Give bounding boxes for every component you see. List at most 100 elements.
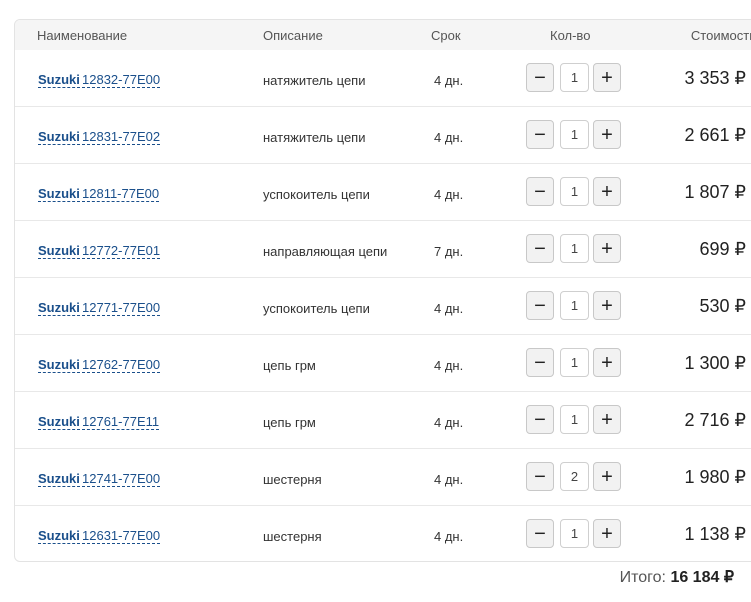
part-number-link[interactable]: 12771-77E00 (82, 300, 161, 316)
table-row: Suzuki 12772-77E01 направляющая цепи 7 дн. −… (15, 221, 751, 278)
part-number-link[interactable]: 12831-77E02 (82, 129, 161, 145)
plus-icon: + (601, 180, 613, 203)
quantity-input[interactable] (560, 234, 589, 263)
item-price: 1 807 ₽ (684, 182, 747, 202)
quantity-input[interactable] (560, 120, 589, 149)
decrease-qty-button[interactable]: − (526, 462, 554, 491)
brand-link[interactable]: Suzuki (38, 300, 80, 316)
part-description: успокоитель цепи (263, 301, 370, 316)
part-description: шестерня (263, 472, 322, 487)
minus-icon: − (534, 351, 546, 374)
total-value: 16 184 ₽ (670, 569, 734, 586)
plus-icon: + (601, 237, 613, 260)
minus-icon: − (534, 294, 546, 317)
part-description: шестерня (263, 529, 322, 544)
cart-table: Наименование Описание Срок Кол-во Стоимо… (14, 19, 751, 562)
brand-link[interactable]: Suzuki (38, 243, 80, 259)
total-label: Итого: (619, 569, 666, 586)
plus-icon: + (601, 408, 613, 431)
delivery-term: 4 дн. (434, 415, 464, 430)
increase-qty-button[interactable]: + (593, 519, 621, 548)
order-total: Итого: 16 184 ₽ (620, 567, 734, 587)
brand-link[interactable]: Suzuki (38, 357, 80, 373)
part-description: успокоитель цепи (263, 187, 370, 202)
decrease-qty-button[interactable]: − (526, 291, 554, 320)
item-price: 1 138 ₽ (684, 524, 747, 544)
part-number-link[interactable]: 12832-77E00 (82, 72, 161, 88)
increase-qty-button[interactable]: + (593, 291, 621, 320)
delivery-term: 4 дн. (434, 187, 464, 202)
decrease-qty-button[interactable]: − (526, 348, 554, 377)
decrease-qty-button[interactable]: − (526, 120, 554, 149)
table-row: Suzuki12771-77E00 успокоитель цепи 4 дн. − +… (15, 278, 751, 335)
table-row: Suzuki12761-77E11 цепь грм 4 дн. − +2 716 ₽ (15, 392, 751, 449)
decrease-qty-button[interactable]: − (526, 177, 554, 206)
header-cost: Стоимость (690, 28, 751, 43)
table-row: Suzuki12631-77E00 шестерня 4 дн. − +1 138 ₽ (15, 506, 751, 561)
delivery-term: 4 дн. (434, 529, 464, 544)
quantity-input[interactable] (560, 63, 589, 92)
decrease-qty-button[interactable]: − (526, 405, 554, 434)
quantity-input[interactable] (560, 405, 589, 434)
delivery-term: 4 дн. (434, 73, 464, 88)
plus-icon: + (601, 351, 613, 374)
table-row: Suzuki12831-77E02 натяжитель цепи 4 дн. − +2… (15, 107, 751, 164)
part-number-link[interactable]: 12631-77E00 (82, 528, 161, 544)
table-header: Наименование Описание Срок Кол-во Стоимо… (15, 20, 751, 50)
decrease-qty-button[interactable]: − (526, 519, 554, 548)
table-row: Suzuki12762-77E00 цепь грм 4 дн. − +1 300 ₽ (15, 335, 751, 392)
part-number-link[interactable]: 12811-77E00 (82, 186, 160, 202)
minus-icon: − (534, 66, 546, 89)
delivery-term: 4 дн. (434, 358, 464, 373)
brand-link[interactable]: Suzuki (38, 129, 80, 145)
plus-icon: + (601, 294, 613, 317)
item-price: 2 716 ₽ (684, 410, 747, 430)
header-description: Описание (263, 28, 323, 43)
quantity-input[interactable] (560, 519, 589, 548)
decrease-qty-button[interactable]: − (526, 63, 554, 92)
table-row: Suzuki12741-77E00 шестерня 4 дн. − +1 980 ₽ (15, 449, 751, 506)
part-number-link[interactable]: 12772-77E01 (82, 243, 161, 259)
part-description: цепь грм (263, 415, 316, 430)
minus-icon: − (534, 465, 546, 488)
increase-qty-button[interactable]: + (593, 462, 621, 491)
delivery-term: 7 дн. (434, 244, 464, 259)
item-price: 1 300 ₽ (684, 353, 747, 373)
part-number-link[interactable]: 12741-77E00 (82, 471, 161, 487)
part-number-link[interactable]: 12762-77E00 (82, 357, 161, 373)
quantity-input[interactable] (560, 348, 589, 377)
minus-icon: − (534, 522, 546, 545)
brand-link[interactable]: Suzuki (38, 186, 80, 202)
part-description: натяжитель цепи (263, 130, 366, 145)
brand-link[interactable]: Suzuki (38, 528, 80, 544)
header-qty: Кол-во (550, 28, 591, 43)
increase-qty-button[interactable]: + (593, 348, 621, 377)
minus-icon: − (534, 237, 546, 260)
header-name: Наименование (37, 28, 128, 43)
quantity-input[interactable] (560, 291, 589, 320)
quantity-input[interactable] (560, 462, 589, 491)
plus-icon: + (601, 465, 613, 488)
increase-qty-button[interactable]: + (593, 405, 621, 434)
minus-icon: − (534, 408, 546, 431)
increase-qty-button[interactable]: + (593, 177, 621, 206)
decrease-qty-button[interactable]: − (526, 234, 554, 263)
brand-link[interactable]: Suzuki (38, 471, 80, 487)
brand-link[interactable]: Suzuki (38, 72, 80, 88)
quantity-input[interactable] (560, 177, 589, 206)
plus-icon: + (601, 66, 613, 89)
item-price: 1 980 ₽ (684, 467, 747, 487)
increase-qty-button[interactable]: + (593, 120, 621, 149)
delivery-term: 4 дн. (434, 301, 464, 316)
plus-icon: + (601, 522, 613, 545)
minus-icon: − (534, 180, 546, 203)
table-row: Suzuki12832-77E00 натяжитель цепи 4 дн. − +3… (15, 50, 751, 107)
increase-qty-button[interactable]: + (593, 63, 621, 92)
brand-link[interactable]: Suzuki (38, 414, 80, 430)
increase-qty-button[interactable]: + (593, 234, 621, 263)
part-description: цепь грм (263, 358, 316, 373)
part-number-link[interactable]: 12761-77E11 (82, 414, 160, 430)
minus-icon: − (534, 123, 546, 146)
item-price: 530 ₽ (699, 296, 747, 316)
plus-icon: + (601, 123, 613, 146)
